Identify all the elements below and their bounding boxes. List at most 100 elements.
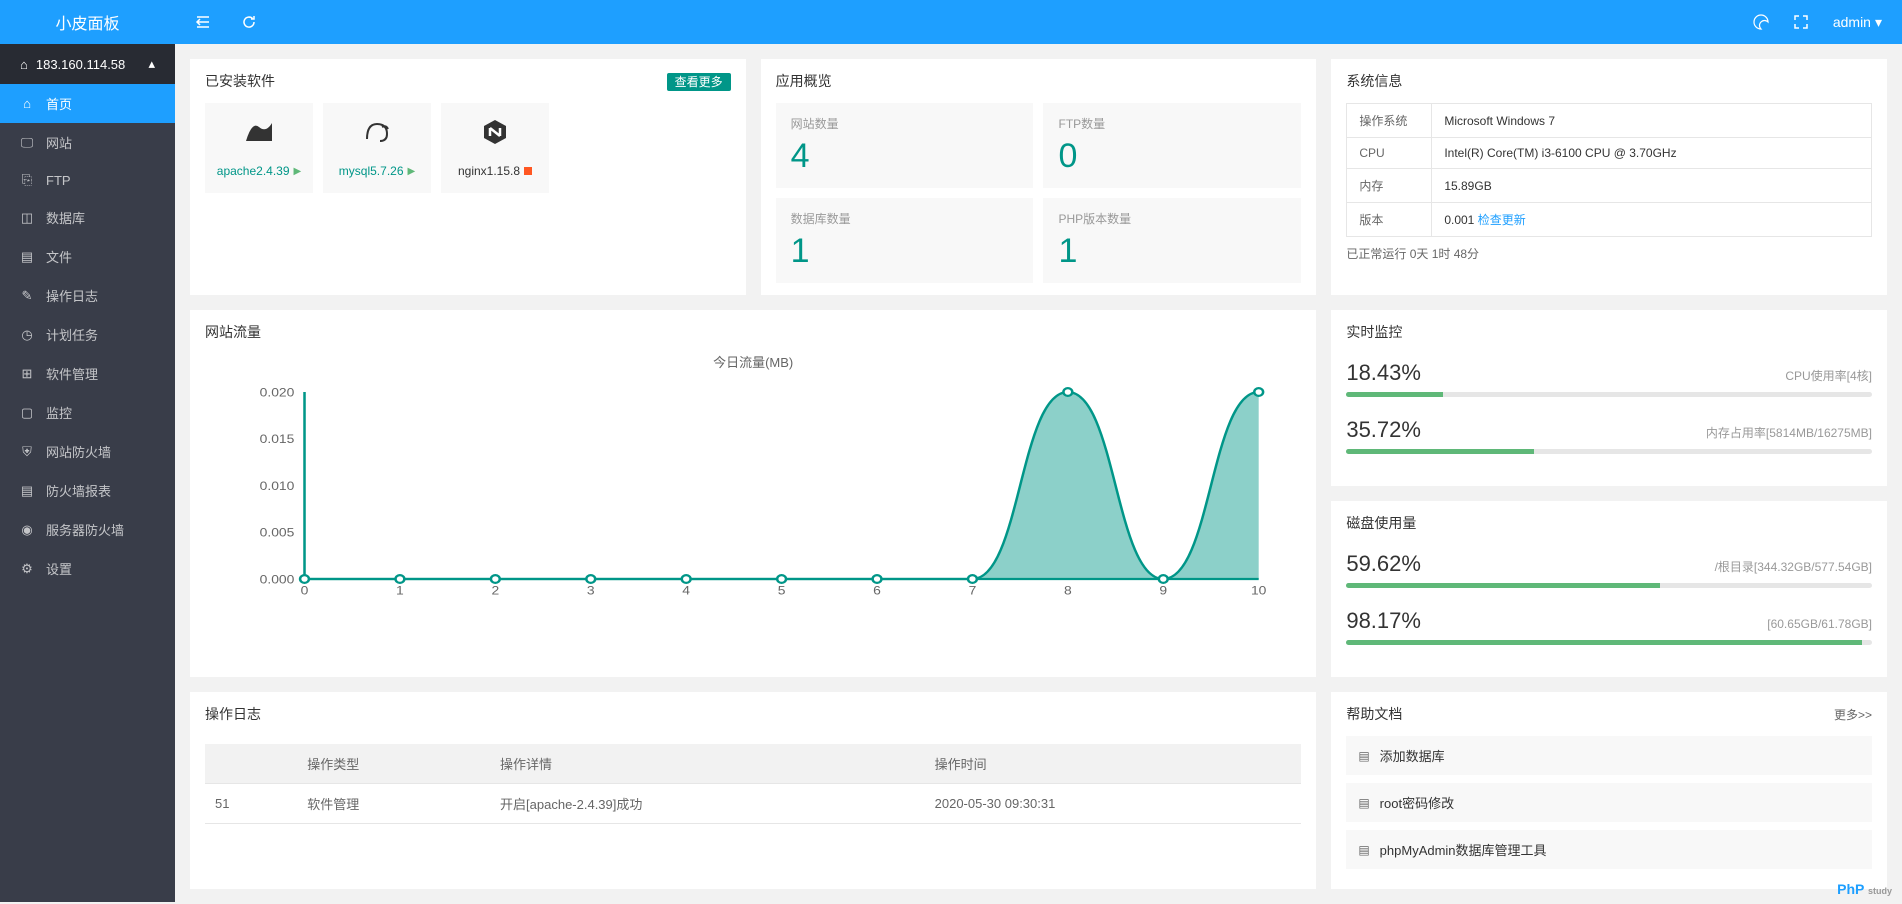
stop-icon	[524, 167, 532, 175]
help-label: phpMyAdmin数据库管理工具	[1380, 840, 1547, 859]
app-overview-card: 应用概览 网站数量4FTP数量0数据库数量1PHP版本数量1	[761, 59, 1317, 295]
sidebar-item-folder[interactable]: ▤文件	[0, 237, 175, 276]
software-name: mysql5.7.26 ▶	[328, 164, 426, 178]
user-menu[interactable]: admin ▾	[1833, 14, 1882, 31]
meter-item: 59.62%/根目录[344.32GB/577.54GB]	[1346, 551, 1872, 588]
sidebar-item-db[interactable]: ◫数据库	[0, 198, 175, 237]
log-row: 51软件管理开启[apache-2.4.39]成功2020-05-30 09:3…	[205, 784, 1301, 824]
sidebar-item-label: 服务器防火墙	[46, 520, 124, 539]
sidebar-item-label: 网站	[46, 133, 72, 152]
sysinfo-key: 版本	[1347, 203, 1432, 237]
db-icon: ◫	[20, 210, 34, 226]
traffic-card: 网站流量 今日流量(MB) 0.0000.0050.0100.0150.0200…	[190, 310, 1316, 677]
meter-item: 35.72% 内存占用率[5814MB/16275MB]	[1346, 417, 1872, 454]
sidebar-item-monitor[interactable]: 🖵 网站	[0, 123, 175, 162]
meter-item: 98.17%[60.65GB/61.78GB]	[1346, 608, 1872, 645]
report-icon: ▤	[20, 483, 34, 499]
gear-icon: ⚙	[20, 561, 34, 577]
overview-label: 数据库数量	[791, 210, 1019, 227]
main-content: 已安装软件 查看更多 apache2.4.39 ▶ mysql5.7.26 ▶ ng…	[175, 44, 1902, 904]
meter-label: CPU使用率[4核]	[1785, 367, 1872, 384]
traffic-chart[interactable]: 0.0000.0050.0100.0150.020012345678910	[235, 381, 1271, 601]
overview-title: 应用概览	[776, 71, 1302, 91]
overview-item: 数据库数量 1	[776, 198, 1034, 283]
sidebar-item-gear[interactable]: ⚙设置	[0, 549, 175, 588]
collapse-sidebar-icon[interactable]	[195, 14, 211, 30]
svg-text:5: 5	[778, 583, 786, 597]
meter-value: 35.72%	[1346, 417, 1421, 443]
svg-text:1: 1	[396, 583, 404, 597]
monitor-icon: 🖵	[20, 135, 34, 151]
sysinfo-value: Intel(R) Core(TM) i3-6100 CPU @ 3.70GHz	[1432, 138, 1872, 169]
software-item[interactable]: nginx1.15.8	[441, 103, 549, 193]
software-item[interactable]: mysql5.7.26 ▶	[323, 103, 431, 193]
sysinfo-title: 系统信息	[1346, 71, 1872, 91]
svg-text:0.010: 0.010	[260, 479, 295, 493]
operation-log-card: 操作日志 操作类型操作详情操作时间51软件管理开启[apache-2.4.39]…	[190, 692, 1316, 889]
svg-text:8: 8	[1064, 583, 1072, 597]
help-label: 添加数据库	[1380, 746, 1445, 765]
view-more-button[interactable]: 查看更多	[667, 73, 731, 91]
sidebar-item-label: 防火墙报表	[46, 481, 111, 500]
sidebar-item-label: FTP	[46, 173, 71, 188]
installed-title: 已安装软件	[205, 71, 275, 91]
sidebar-item-label: 操作日志	[46, 286, 98, 305]
software-icon	[446, 118, 544, 146]
sysinfo-row: CPUIntel(R) Core(TM) i3-6100 CPU @ 3.70G…	[1347, 138, 1872, 169]
chevron-up-icon: ▴	[148, 56, 155, 72]
sidebar-item-home[interactable]: ⌂首页	[0, 84, 175, 123]
svg-text:7: 7	[969, 583, 977, 597]
disk-title: 磁盘使用量	[1346, 513, 1872, 533]
sidebar-item-watch[interactable]: ▢监控	[0, 393, 175, 432]
help-item[interactable]: ▤ phpMyAdmin数据库管理工具	[1346, 830, 1872, 869]
sidebar-item-report[interactable]: ▤ 防火墙报表	[0, 471, 175, 510]
help-item[interactable]: ▤root密码修改	[1346, 783, 1872, 822]
sidebar: ⌂ 183.160.114.58 ▴ ⌂首页 🖵 网站 ⎘ FTP ◫数据库▤文件✎操作日…	[0, 44, 175, 902]
svg-text:4: 4	[682, 583, 690, 597]
username-label: admin	[1833, 14, 1871, 30]
traffic-title: 网站流量	[205, 322, 1301, 342]
meter-item: 18.43% CPU使用率[4核]	[1346, 360, 1872, 397]
help-item[interactable]: ▤添加数据库	[1346, 736, 1872, 775]
progress-bar	[1346, 583, 1872, 588]
help-more-link[interactable]: 更多>>	[1834, 706, 1872, 723]
meter-value: 18.43%	[1346, 360, 1421, 386]
sidebar-item-log[interactable]: ✎操作日志	[0, 276, 175, 315]
svg-text:10: 10	[1251, 583, 1266, 597]
sidebar-item-task[interactable]: ◷计划任务	[0, 315, 175, 354]
doc-icon: ▤	[1358, 843, 1369, 857]
ip-label: 183.160.114.58	[36, 57, 125, 72]
folder-icon: ▤	[20, 249, 34, 265]
sidebar-ip-toggle[interactable]: ⌂ 183.160.114.58 ▴	[0, 44, 175, 84]
realtime-monitor-card: 实时监控 18.43%CPU使用率[4核]35.72%内存占用率[5814MB/…	[1331, 310, 1887, 486]
refresh-icon[interactable]	[241, 14, 257, 30]
brand-logo[interactable]: 小皮面板	[0, 10, 175, 34]
svg-text:6: 6	[873, 583, 881, 597]
log-header	[205, 744, 297, 784]
sidebar-item-firewall[interactable]: ◉ 服务器防火墙	[0, 510, 175, 549]
overview-value: 1	[791, 232, 1019, 271]
sysinfo-key: 操作系统	[1347, 104, 1432, 138]
installed-software-card: 已安装软件 查看更多 apache2.4.39 ▶ mysql5.7.26 ▶ ng…	[190, 59, 746, 295]
sysinfo-value: 0.001 检查更新	[1432, 203, 1872, 237]
overview-label: 网站数量	[791, 115, 1019, 132]
oplog-title: 操作日志	[205, 704, 1301, 724]
software-item[interactable]: apache2.4.39 ▶	[205, 103, 313, 193]
meter-label: /根目录[344.32GB/577.54GB]	[1715, 558, 1872, 575]
sidebar-item-soft[interactable]: ⊞软件管理	[0, 354, 175, 393]
theme-icon[interactable]	[1753, 14, 1769, 30]
meter-label: 内存占用率[5814MB/16275MB]	[1706, 424, 1872, 441]
play-icon: ▶	[408, 166, 416, 177]
sidebar-item-shield[interactable]: ⛨网站防火墙	[0, 432, 175, 471]
check-update-link[interactable]: 检查更新	[1478, 213, 1526, 227]
sysinfo-row: 操作系统Microsoft Windows 7	[1347, 104, 1872, 138]
firewall-icon: ◉	[20, 522, 34, 538]
sysinfo-value: Microsoft Windows 7	[1432, 104, 1872, 138]
sidebar-item-label: 计划任务	[46, 325, 98, 344]
ftp-icon: ⎘	[20, 172, 34, 188]
sidebar-item-ftp[interactable]: ⎘ FTP	[0, 162, 175, 198]
progress-bar	[1346, 392, 1872, 397]
fullscreen-icon[interactable]	[1794, 15, 1808, 29]
overview-value: 1	[1058, 232, 1286, 271]
overview-label: PHP版本数量	[1058, 210, 1286, 227]
